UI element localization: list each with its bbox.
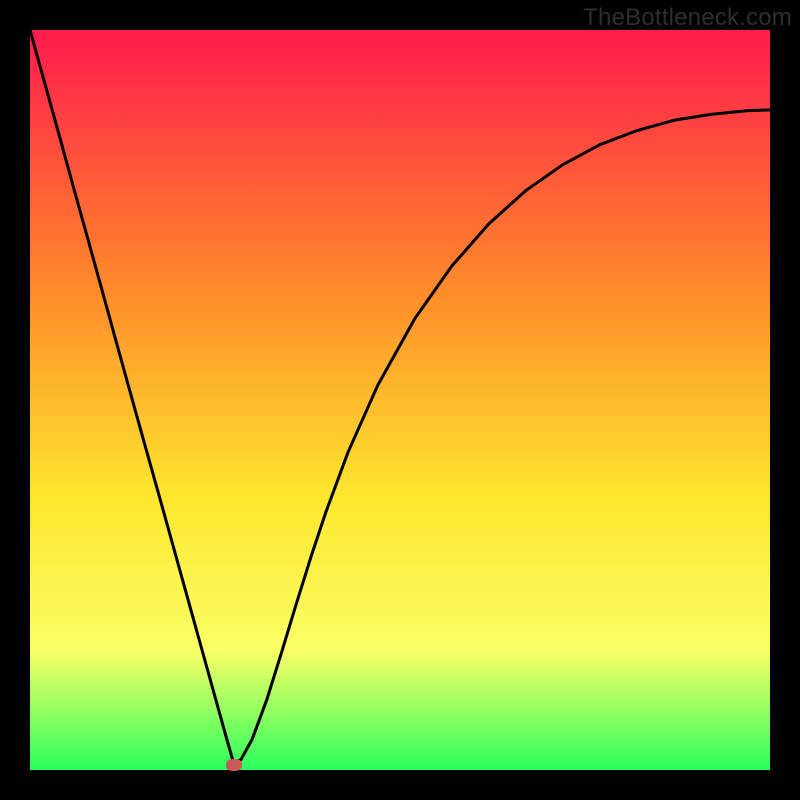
watermark-text: TheBottleneck.com (583, 4, 792, 32)
min-marker (226, 759, 242, 771)
plot-frame (30, 30, 770, 770)
gradient-background (30, 30, 770, 770)
heatmap-plot (30, 30, 770, 770)
